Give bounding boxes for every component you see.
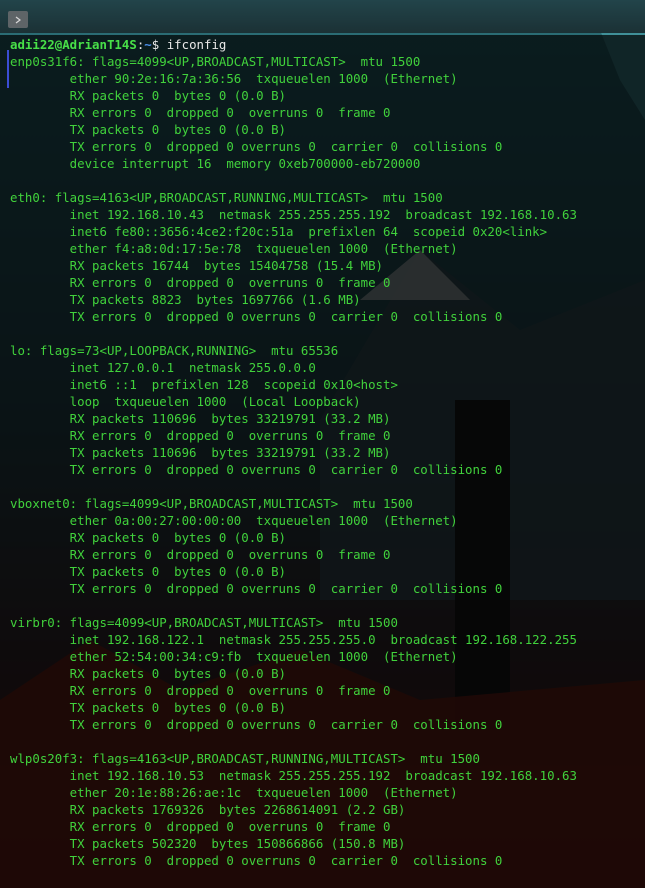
output-line: ether 0a:00:27:00:00:00 txqueuelen 1000 … <box>10 513 458 528</box>
output-line: RX errors 0 dropped 0 overruns 0 frame 0 <box>10 819 391 834</box>
output-line: RX packets 0 bytes 0 (0.0 B) <box>10 88 287 103</box>
output-line: RX errors 0 dropped 0 overruns 0 frame 0 <box>10 547 391 562</box>
output-line: RX errors 0 dropped 0 overruns 0 frame 0 <box>10 428 391 443</box>
output-line: RX packets 0 bytes 0 (0.0 B) <box>10 666 287 681</box>
output-line: TX errors 0 dropped 0 overruns 0 carrier… <box>10 462 503 477</box>
output-line: loop txqueuelen 1000 (Local Loopback) <box>10 394 361 409</box>
output-line: TX errors 0 dropped 0 overruns 0 carrier… <box>10 581 503 596</box>
output-line: TX packets 502320 bytes 150866866 (150.8… <box>10 836 406 851</box>
output-line: eth0: flags=4163<UP,BROADCAST,RUNNING,MU… <box>10 190 443 205</box>
output-line: ether 20:1e:88:26:ae:1c txqueuelen 1000 … <box>10 785 458 800</box>
output-line: wlp0s20f3: flags=4163<UP,BROADCAST,RUNNI… <box>10 751 480 766</box>
output-line: inet6 ::1 prefixlen 128 scopeid 0x10<hos… <box>10 377 398 392</box>
output-line: RX errors 0 dropped 0 overruns 0 frame 0 <box>10 683 391 698</box>
output-line: TX errors 0 dropped 0 overruns 0 carrier… <box>10 717 503 732</box>
prompt-command: ifconfig <box>166 37 227 52</box>
output-line: TX packets 110696 bytes 33219791 (33.2 M… <box>10 445 391 460</box>
output-line: inet 192.168.10.43 netmask 255.255.255.1… <box>10 207 577 222</box>
output-line: ether 52:54:00:34:c9:fb txqueuelen 1000 … <box>10 649 458 664</box>
output-line: TX packets 0 bytes 0 (0.0 B) <box>10 564 287 579</box>
output-line: enp0s31f6: flags=4099<UP,BROADCAST,MULTI… <box>10 54 421 69</box>
output-line: RX packets 16744 bytes 15404758 (15.4 MB… <box>10 258 383 273</box>
chevron-right-icon[interactable] <box>8 11 28 28</box>
output-line: TX errors 0 dropped 0 overruns 0 carrier… <box>10 139 503 154</box>
output-line: RX packets 110696 bytes 33219791 (33.2 M… <box>10 411 391 426</box>
output-line: RX errors 0 dropped 0 overruns 0 frame 0 <box>10 105 391 120</box>
output-line: ether f4:a8:0d:17:5e:78 txqueuelen 1000 … <box>10 241 458 256</box>
output-line: lo: flags=73<UP,LOOPBACK,RUNNING> mtu 65… <box>10 343 339 358</box>
prompt-user-host: adii22@AdrianT14S <box>10 37 137 52</box>
output-line: RX errors 0 dropped 0 overruns 0 frame 0 <box>10 275 391 290</box>
prompt-dollar: $ <box>151 37 167 52</box>
output-line: TX packets 8823 bytes 1697766 (1.6 MB) <box>10 292 361 307</box>
output-line: TX packets 0 bytes 0 (0.0 B) <box>10 122 287 137</box>
output-line: inet6 fe80::3656:4ce2:f20c:51a prefixlen… <box>10 224 548 239</box>
scroll-indicator <box>7 50 9 88</box>
terminal-titlebar <box>0 0 645 33</box>
output-line: inet 127.0.0.1 netmask 255.0.0.0 <box>10 360 316 375</box>
terminal-output: adii22@AdrianT14S:~$ ifconfig enp0s31f6:… <box>10 36 577 869</box>
output-line: TX errors 0 dropped 0 overruns 0 carrier… <box>10 853 503 868</box>
prompt-path: ~ <box>144 37 152 52</box>
output-line: inet 192.168.10.53 netmask 255.255.255.1… <box>10 768 577 783</box>
output-line: inet 192.168.122.1 netmask 255.255.255.0… <box>10 632 577 647</box>
output-line: TX packets 0 bytes 0 (0.0 B) <box>10 700 287 715</box>
output-line: RX packets 1769326 bytes 2268614091 (2.2… <box>10 802 406 817</box>
output-line: ether 90:2e:16:7a:36:56 txqueuelen 1000 … <box>10 71 458 86</box>
output-line: virbr0: flags=4099<UP,BROADCAST,MULTICAS… <box>10 615 398 630</box>
output-line: TX errors 0 dropped 0 overruns 0 carrier… <box>10 309 503 324</box>
output-line: RX packets 0 bytes 0 (0.0 B) <box>10 530 287 545</box>
output-line: vboxnet0: flags=4099<UP,BROADCAST,MULTIC… <box>10 496 413 511</box>
ifconfig-output: enp0s31f6: flags=4099<UP,BROADCAST,MULTI… <box>10 54 577 868</box>
output-line: device interrupt 16 memory 0xeb700000-eb… <box>10 156 421 171</box>
